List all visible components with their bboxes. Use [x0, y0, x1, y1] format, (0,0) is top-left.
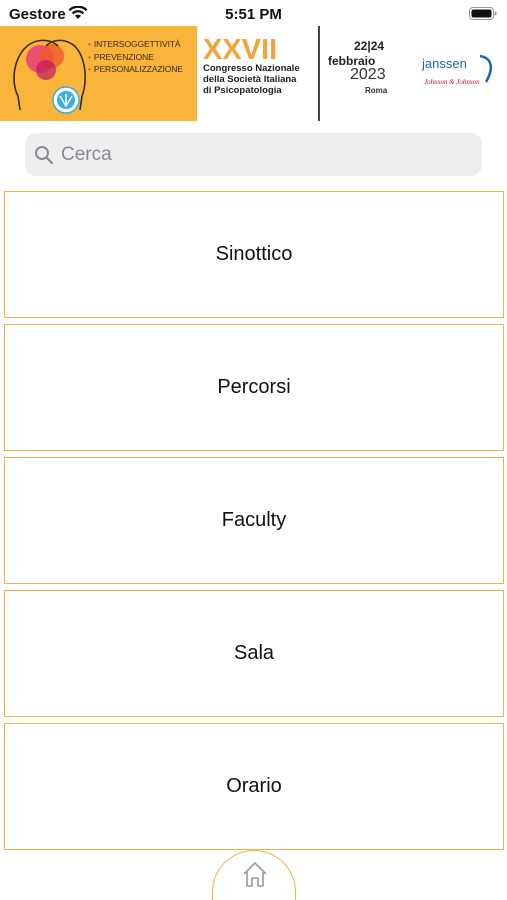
search-input[interactable]: [61, 133, 461, 176]
banner-divider: [318, 26, 320, 121]
menu-button-sala[interactable]: Sala: [4, 590, 504, 717]
congress-title-line: di Psicopatologia: [203, 85, 282, 96]
home-icon: [243, 862, 267, 887]
sponsor-subtitle: Johnson & Johnson: [424, 78, 480, 86]
event-year: 2023: [350, 66, 386, 83]
battery-icon: [469, 7, 497, 20]
search-bar[interactable]: [25, 133, 482, 176]
banner-themes: INTERSOGGETTIVITÀ PREVENZIONE PERSONALIZ…: [88, 38, 183, 76]
congress-banner: INTERSOGGETTIVITÀ PREVENZIONE PERSONALIZ…: [0, 26, 507, 121]
home-tab-button[interactable]: [212, 850, 296, 900]
sponsor-logo: janssen Johnson & Johnson: [422, 54, 498, 96]
search-icon: [35, 146, 54, 165]
theme-item: PREVENZIONE: [88, 51, 183, 64]
menu-button-orario[interactable]: Orario: [4, 723, 504, 850]
theme-item: PERSONALIZZAZIONE: [88, 63, 183, 76]
menu-button-faculty[interactable]: Faculty: [4, 457, 504, 584]
congress-title-line: Congresso Nazionale: [203, 63, 300, 74]
event-city: Roma: [365, 86, 388, 95]
status-bar: Gestore 5:51 PM: [0, 0, 507, 26]
event-days: 22|24: [354, 39, 385, 53]
clock: 5:51 PM: [225, 6, 282, 23]
menu-button-percorsi[interactable]: Percorsi: [4, 324, 504, 451]
theme-item: INTERSOGGETTIVITÀ: [88, 38, 183, 51]
congress-title-line: della Società Italiana: [203, 74, 297, 85]
sponsor-name: janssen: [422, 56, 467, 71]
banner-artwork: INTERSOGGETTIVITÀ PREVENZIONE PERSONALIZ…: [0, 26, 197, 121]
sponsor-swoosh-icon: [479, 54, 493, 83]
menu-button-sinottico[interactable]: Sinottico: [4, 191, 504, 318]
